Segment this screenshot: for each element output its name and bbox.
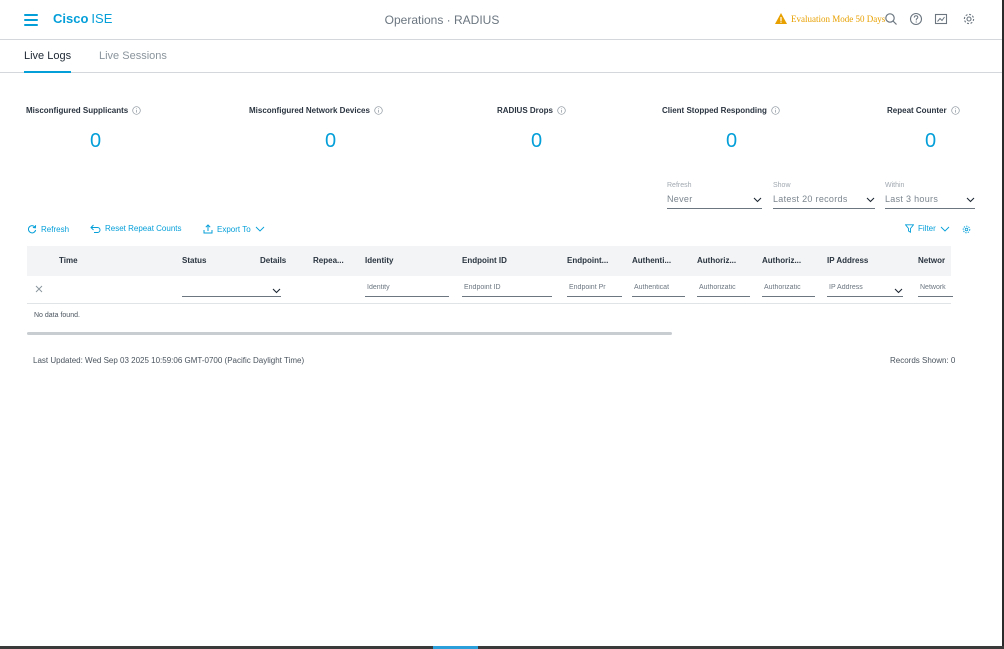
ip-address-filter-select[interactable]: IP Address [827, 284, 903, 297]
column-header-status[interactable]: Status [182, 256, 206, 265]
warning-icon [775, 13, 787, 24]
column-header-time[interactable]: Time [59, 256, 78, 265]
metric-label-client-stopped-responding: Client Stopped Responding [662, 106, 780, 115]
tab-live-logs[interactable]: Live Logs [24, 50, 72, 73]
authentication-filter-input[interactable]: Authenticat [632, 284, 685, 297]
metric-label-radius-drops: RADIUS Drops [497, 106, 566, 115]
search-icon[interactable] [884, 12, 898, 26]
column-header-authentication[interactable]: Authenti... [632, 256, 671, 265]
refresh-icon [27, 225, 37, 234]
column-header-details[interactable]: Details [260, 256, 286, 265]
chevron-down-icon [255, 226, 264, 232]
refresh-select[interactable]: Never [667, 194, 762, 209]
records-shown-text: Records Shown: 0 [890, 356, 956, 365]
evaluation-mode-text: Evaluation Mode 50 Days [791, 13, 886, 24]
filter-icon [905, 224, 914, 233]
column-header-identity[interactable]: Identity [365, 256, 393, 265]
metric-value-repeat-counter[interactable]: 0 [925, 130, 936, 153]
column-header-authorization-profiles[interactable]: Authoriz... [762, 256, 801, 265]
network-device-filter-input[interactable]: Network [918, 284, 953, 297]
chevron-down-icon [894, 288, 903, 294]
info-icon[interactable] [950, 106, 960, 115]
endpoint-id-filter-input[interactable]: Endpoint ID [462, 284, 552, 297]
tab-live-sessions[interactable]: Live Sessions [99, 50, 167, 71]
info-icon[interactable] [557, 106, 566, 115]
clear-filters-icon[interactable] [35, 285, 43, 293]
chevron-down-icon [940, 226, 950, 232]
refresh-select-value: Never [667, 194, 693, 204]
page-title: Operations · RADIUS [384, 13, 500, 27]
help-icon[interactable] [909, 12, 923, 26]
authorization-profiles-filter-input[interactable]: Authorizatic [762, 284, 815, 297]
metric-label-misconfigured-network-devices: Misconfigured Network Devices [249, 106, 383, 115]
metric-label-misconfigured-supplicants: Misconfigured Supplicants [26, 106, 141, 115]
column-header-network-device[interactable]: Networ [918, 256, 945, 265]
chevron-down-icon [866, 197, 875, 203]
column-header-endpoint-profile[interactable]: Endpoint... [567, 256, 608, 265]
column-header-ip-address[interactable]: IP Address [827, 256, 868, 265]
filter-button[interactable]: Filter [905, 224, 954, 233]
export-icon [203, 224, 213, 234]
chevron-down-icon [966, 197, 975, 203]
authorization-policy-filter-input[interactable]: Authorizatic [697, 284, 750, 297]
info-icon[interactable] [374, 106, 383, 115]
evaluation-mode-link[interactable]: Evaluation Mode 50 Days [775, 13, 885, 24]
metric-value-misconfigured-network-devices[interactable]: 0 [325, 130, 336, 153]
last-updated-text: Last Updated: Wed Sep 03 2025 10:59:06 G… [33, 356, 305, 365]
dashboard-icon[interactable] [934, 12, 948, 26]
column-header-endpoint-id[interactable]: Endpoint ID [462, 256, 507, 265]
identity-filter-input[interactable]: Identity [365, 284, 449, 297]
chevron-down-icon [753, 197, 762, 203]
show-select-value: Latest 20 records [773, 194, 848, 204]
within-label: Within [885, 182, 905, 189]
export-to-label: Export To [217, 224, 251, 234]
reset-repeat-counts-button[interactable]: Reset Repeat Counts [90, 224, 182, 233]
within-select-value: Last 3 hours [885, 194, 939, 204]
reset-repeat-counts-label: Reset Repeat Counts [105, 224, 182, 233]
metric-value-misconfigured-supplicants[interactable]: 0 [90, 130, 101, 153]
refresh-button[interactable]: Refresh [27, 224, 69, 234]
ip-address-filter-text: IP Address [829, 284, 863, 291]
show-label: Show [773, 182, 791, 189]
refresh-label: Refresh [667, 182, 692, 189]
export-to-button[interactable]: Export To [203, 224, 269, 234]
refresh-button-label: Refresh [41, 224, 70, 234]
status-filter-select[interactable] [182, 284, 281, 297]
table-settings-gear-icon[interactable] [962, 225, 971, 234]
info-icon[interactable] [132, 106, 141, 115]
endpoint-profile-filter-input[interactable]: Endpoint Pr [567, 284, 622, 297]
horizontal-scrollbar[interactable] [27, 332, 672, 335]
reset-icon [90, 224, 101, 233]
show-select[interactable]: Latest 20 records [773, 194, 875, 209]
column-header-repeat-count[interactable]: Repea... [313, 256, 344, 265]
within-select[interactable]: Last 3 hours [885, 194, 975, 209]
app-header: Cisco ISE Operations · RADIUS Evaluation … [0, 0, 1002, 40]
chevron-down-icon [272, 288, 281, 294]
tab-bar: Live Logs Live Sessions [0, 40, 1002, 73]
info-icon[interactable] [771, 106, 780, 115]
metric-label-repeat-counter: Repeat Counter [887, 106, 960, 115]
metric-value-client-stopped-responding[interactable]: 0 [726, 130, 737, 153]
metric-value-radius-drops[interactable]: 0 [531, 130, 542, 153]
gear-icon[interactable] [962, 12, 976, 26]
empty-table-message: No data found. [34, 312, 80, 319]
column-header-authorization-policy[interactable]: Authoriz... [697, 256, 736, 265]
filter-button-label: Filter [918, 224, 936, 233]
